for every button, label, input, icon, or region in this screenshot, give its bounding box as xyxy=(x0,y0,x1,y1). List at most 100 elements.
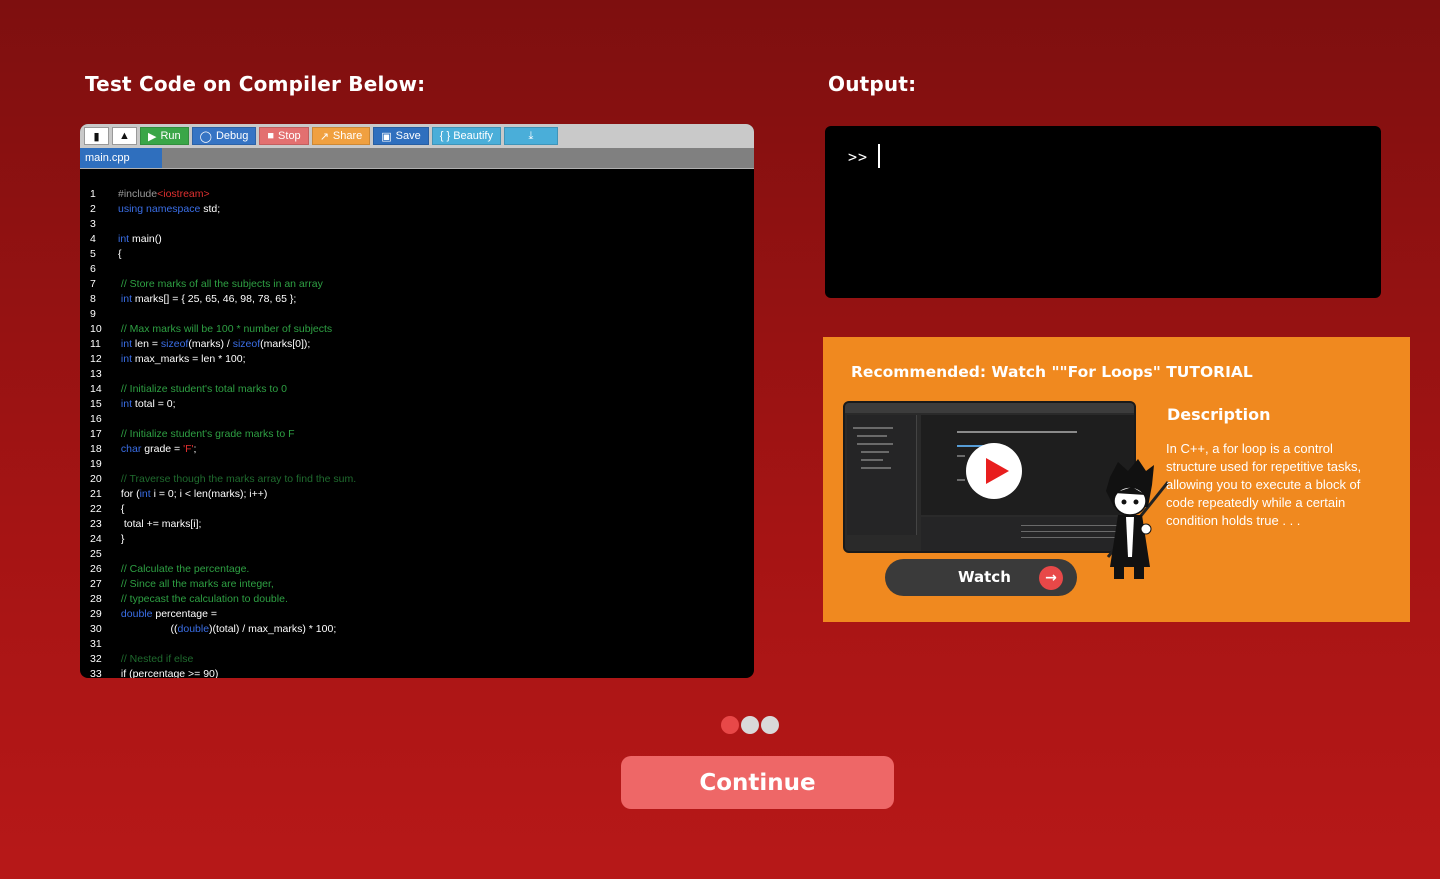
line-number: 16 xyxy=(90,413,102,425)
code-line: 28 // typecast the calculation to double… xyxy=(80,593,754,608)
play-icon xyxy=(985,458,1009,484)
save-icon: ▣ xyxy=(381,130,392,143)
line-number: 19 xyxy=(90,458,102,470)
file-tab-main[interactable]: main.cpp xyxy=(80,148,162,168)
continue-button[interactable]: Continue xyxy=(621,756,894,809)
code-line: 3 xyxy=(80,218,754,233)
debug-label: Debug xyxy=(215,130,249,142)
code-text: // typecast the calculation to double. xyxy=(120,593,288,605)
line-number: 4 xyxy=(90,233,96,245)
code-line: 2 using namespace std; xyxy=(80,203,754,218)
code-text: total += marks[i]; xyxy=(118,518,202,530)
line-number: 7 xyxy=(90,278,96,290)
code-text: { xyxy=(118,248,122,260)
code-text: char grade = 'F'; xyxy=(120,443,197,455)
stop-icon: ■ xyxy=(267,130,275,142)
code-line: 4 int main() xyxy=(80,233,754,248)
beautify-button[interactable]: { } Beautify xyxy=(431,127,501,145)
code-line: 19 xyxy=(80,458,754,473)
share-button[interactable]: ↗ Share xyxy=(311,127,371,145)
console-prompt: >> xyxy=(848,148,869,166)
code-text: ((double)(total) / max_marks) * 100; xyxy=(118,623,337,635)
code-line: 29 double percentage = xyxy=(80,608,754,623)
play-video-button[interactable] xyxy=(966,443,1022,499)
compiler-heading: Test Code on Compiler Below: xyxy=(85,72,426,96)
code-line: 17 // Initialize student's grade marks t… xyxy=(80,428,754,443)
line-number: 25 xyxy=(90,548,102,560)
code-line: 10 // Max marks will be 100 * number of … xyxy=(80,323,754,338)
stop-button[interactable]: ■ Stop xyxy=(259,127,309,145)
code-text: using namespace std; xyxy=(118,203,221,215)
code-line: 25 xyxy=(80,548,754,563)
watch-button[interactable]: Watch → xyxy=(885,559,1077,596)
code-text: // Store marks of all the subjects in an… xyxy=(120,278,323,290)
code-line: 1 #include<iostream> xyxy=(80,188,754,203)
pager-dot-2[interactable] xyxy=(741,716,759,734)
play-icon: ▶ xyxy=(148,130,157,143)
code-text: { xyxy=(118,503,125,515)
code-line: 33 if (percentage >= 90) xyxy=(80,668,754,678)
code-line: 26 // Calculate the percentage. xyxy=(80,563,754,578)
tab-divider xyxy=(80,168,754,169)
watch-label: Watch xyxy=(958,568,1011,586)
upload-icon[interactable]: ▲ xyxy=(112,127,137,145)
download-icon: ⤓ xyxy=(528,129,534,142)
line-number: 12 xyxy=(90,353,102,365)
line-number: 17 xyxy=(90,428,102,440)
code-text: int len = sizeof(marks) / sizeof(marks[0… xyxy=(120,338,311,350)
stop-label: Stop xyxy=(278,130,301,142)
code-line: 22 { xyxy=(80,503,754,518)
line-number: 21 xyxy=(90,488,102,500)
output-console[interactable]: >> xyxy=(825,126,1381,298)
save-label: Save xyxy=(395,130,421,142)
run-button[interactable]: ▶ Run xyxy=(140,127,189,145)
beautify-label: { } Beautify xyxy=(439,130,493,142)
new-file-icon[interactable]: ▮ xyxy=(84,127,109,145)
code-line: 5{ xyxy=(80,248,754,263)
code-compiler: ▮ ▲ ▶ Run ◯ Debug ■ Stop ↗ Share ▣ Save { } B… xyxy=(80,124,754,678)
code-editor[interactable]: 1 #include<iostream> 2 using namespace std;… xyxy=(80,188,754,678)
code-line: 12 int max_marks = len * 100; xyxy=(80,353,754,368)
line-number: 28 xyxy=(90,593,102,605)
code-text: int marks[] = { 25, 65, 46, 98, 78, 65 }… xyxy=(120,293,297,305)
file-tab-bar: main.cpp xyxy=(80,148,754,168)
samurai-character-illustration xyxy=(1106,459,1170,579)
code-text: // Initialize student's total marks to 0 xyxy=(120,383,287,395)
line-number: 29 xyxy=(90,608,102,620)
line-number: 3 xyxy=(90,218,96,230)
code-text: for (int i = 0; i < len(marks); i++) xyxy=(118,488,268,500)
share-icon: ↗ xyxy=(319,130,329,143)
line-number: 26 xyxy=(90,563,102,575)
download-button[interactable]: ⤓ xyxy=(503,127,558,145)
line-number: 9 xyxy=(90,308,96,320)
description-title: Description xyxy=(1167,405,1271,424)
share-label: Share xyxy=(332,130,363,142)
code-text: // Calculate the percentage. xyxy=(120,563,250,575)
save-button[interactable]: ▣ Save xyxy=(373,127,429,145)
debug-button[interactable]: ◯ Debug xyxy=(191,127,257,145)
text-cursor xyxy=(878,144,880,168)
line-number: 18 xyxy=(90,443,102,455)
line-number: 2 xyxy=(90,203,96,215)
arrow-right-icon: → xyxy=(1039,566,1063,590)
code-line: 31 xyxy=(80,638,754,653)
recommendation-card: Recommended: Watch ""For Loops" TUTORIAL xyxy=(823,337,1410,622)
code-text: } xyxy=(118,533,125,545)
code-text: double percentage = xyxy=(120,608,217,620)
line-number: 8 xyxy=(90,293,96,305)
output-heading: Output: xyxy=(828,72,917,96)
line-number: 33 xyxy=(90,668,102,678)
code-line: 30 ((double)(total) / max_marks) * 100; xyxy=(80,623,754,638)
code-line: 7 // Store marks of all the subjects in … xyxy=(80,278,754,293)
code-text: int max_marks = len * 100; xyxy=(120,353,246,365)
pager-dot-1[interactable] xyxy=(721,716,739,734)
pager-dot-3[interactable] xyxy=(761,716,779,734)
code-line: 6 xyxy=(80,263,754,278)
code-text: if (percentage >= 90) xyxy=(118,668,219,678)
code-text: // Nested if else xyxy=(120,653,194,665)
code-line: 16 xyxy=(80,413,754,428)
code-line: 23 total += marks[i]; xyxy=(80,518,754,533)
run-label: Run xyxy=(160,130,181,142)
line-number: 15 xyxy=(90,398,102,410)
code-line: 14 // Initialize student's total marks t… xyxy=(80,383,754,398)
